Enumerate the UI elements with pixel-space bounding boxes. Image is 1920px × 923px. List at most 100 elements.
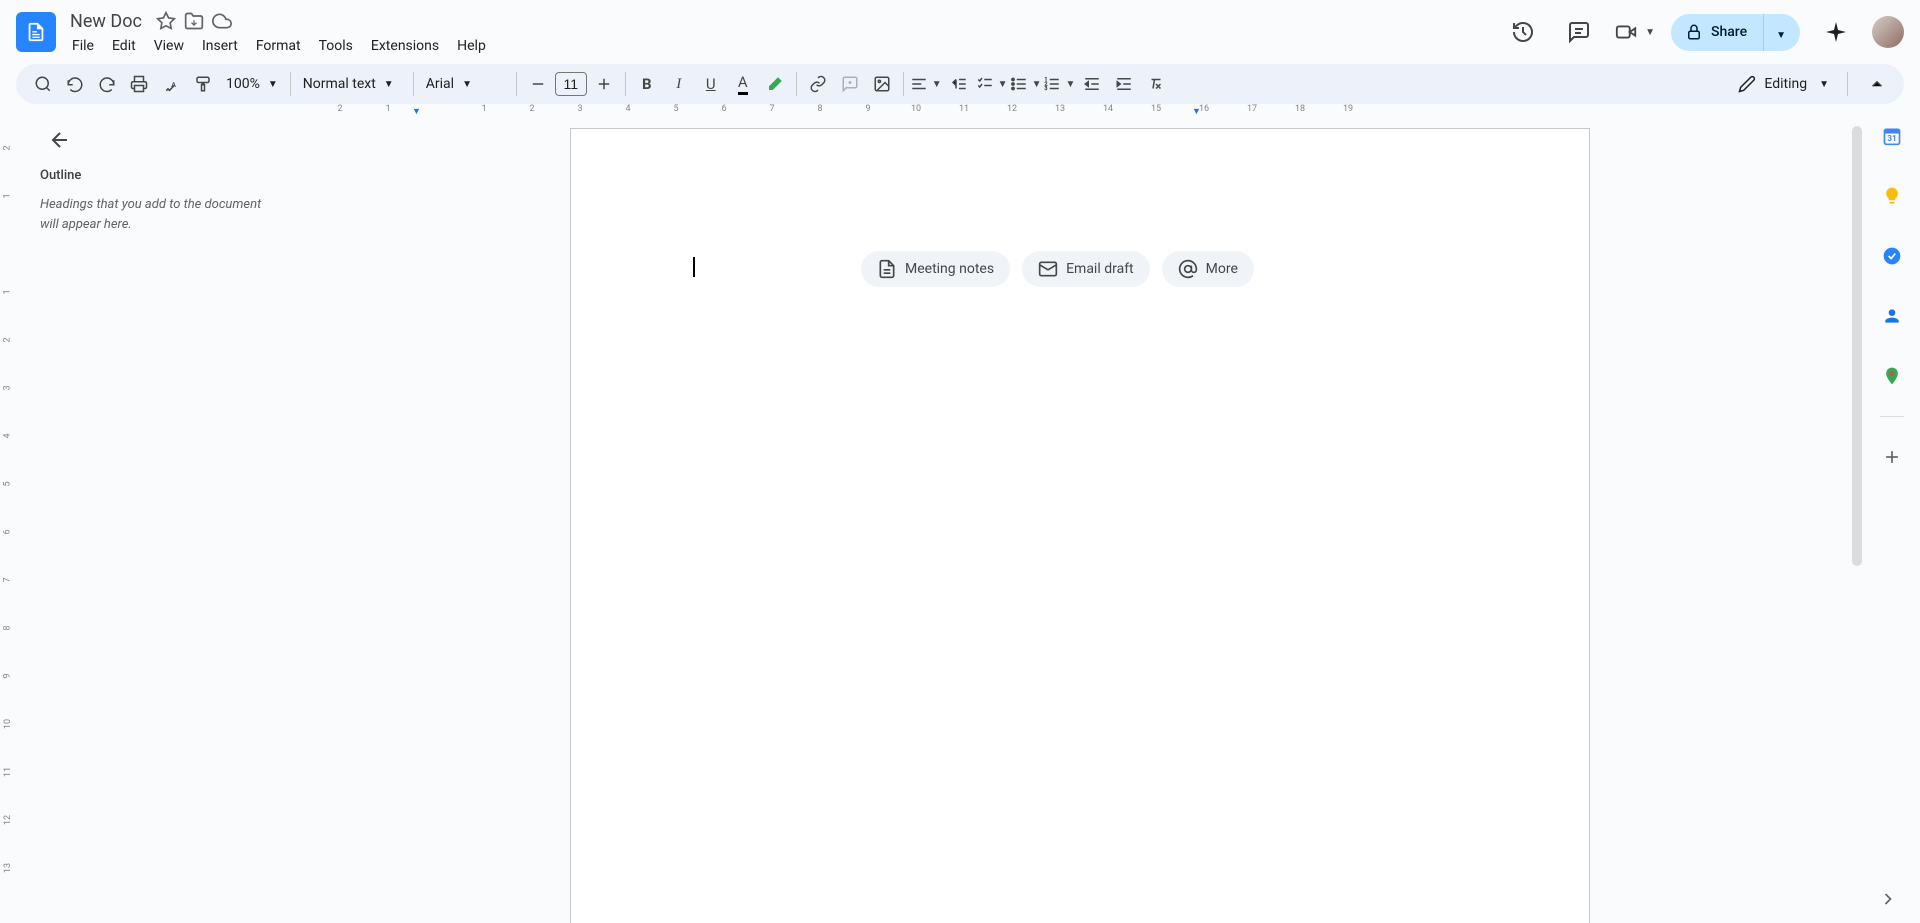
insert-link-button[interactable] <box>803 69 833 99</box>
suggestion-label: Email draft <box>1066 261 1134 277</box>
separator <box>290 72 291 96</box>
suggestion-label: Meeting notes <box>905 261 994 277</box>
paragraph-style-select[interactable]: Normal text ▼ <box>297 69 407 99</box>
outline-panel: Outline Headings that you add to the doc… <box>16 104 296 923</box>
caret-down-icon: ▼ <box>1819 79 1829 90</box>
style-value: Normal text <box>303 76 376 92</box>
paint-format-button[interactable] <box>188 69 218 99</box>
text-cursor <box>693 257 695 277</box>
decrease-indent-button[interactable] <box>1077 69 1107 99</box>
mail-icon <box>1038 259 1058 279</box>
highlight-color-button[interactable] <box>760 69 790 99</box>
get-addons-icon[interactable] <box>1872 437 1912 477</box>
editing-mode-button[interactable]: Editing ▼ <box>1726 68 1841 100</box>
font-size-increase[interactable] <box>589 69 619 99</box>
cloud-status-icon[interactable] <box>212 11 232 31</box>
calendar-icon[interactable]: 31 <box>1872 116 1912 156</box>
caret-down-icon: ▼ <box>268 79 278 90</box>
menu-view[interactable]: View <box>146 36 192 56</box>
vertical-ruler[interactable]: 2 1 1 2 3 4 5 6 7 8 9 10 11 12 13 <box>0 104 16 923</box>
move-icon[interactable] <box>184 11 204 31</box>
menu-format[interactable]: Format <box>248 36 309 56</box>
font-size-decrease[interactable] <box>523 69 553 99</box>
caret-down-icon: ▼ <box>1065 79 1075 90</box>
pencil-icon <box>1738 75 1756 93</box>
separator <box>796 72 797 96</box>
caret-down-icon: ▼ <box>384 79 394 90</box>
maps-icon[interactable] <box>1872 356 1912 396</box>
document-page[interactable]: Meeting notes Email draft More <box>570 128 1590 923</box>
document-scroll-area[interactable]: Meeting notes Email draft More <box>296 120 1864 923</box>
italic-button[interactable]: I <box>664 69 694 99</box>
menu-extensions[interactable]: Extensions <box>363 36 447 56</box>
collapse-toolbar-button[interactable] <box>1862 69 1892 99</box>
align-button[interactable]: ▼ <box>910 69 942 99</box>
checklist-button[interactable]: ▼ <box>976 69 1008 99</box>
separator <box>413 72 414 96</box>
svg-text:3: 3 <box>1045 86 1048 92</box>
underline-button[interactable]: U <box>696 69 726 99</box>
menu-tools[interactable]: Tools <box>311 36 361 56</box>
numbered-list-button[interactable]: 123▼ <box>1043 69 1075 99</box>
font-size-input[interactable] <box>555 72 587 96</box>
mode-label: Editing <box>1764 76 1807 92</box>
caret-down-icon: ▼ <box>1645 27 1655 38</box>
font-value: Arial <box>426 76 454 92</box>
menubar: File Edit View Insert Format Tools Exten… <box>64 36 1503 56</box>
meet-button[interactable]: ▼ <box>1615 12 1655 52</box>
share-label: Share <box>1711 24 1747 40</box>
clear-formatting-button[interactable] <box>1141 69 1171 99</box>
document-icon <box>877 259 897 279</box>
search-menus-button[interactable] <box>28 69 58 99</box>
contacts-icon[interactable] <box>1872 296 1912 336</box>
left-indent-marker[interactable]: ▼ <box>412 106 421 117</box>
bold-button[interactable]: B <box>632 69 662 99</box>
suggestion-email-draft[interactable]: Email draft <box>1022 251 1150 287</box>
document-title[interactable]: New Doc <box>64 9 148 34</box>
caret-down-icon: ▼ <box>462 79 472 90</box>
separator <box>516 72 517 96</box>
outline-hint: Headings that you add to the document wi… <box>40 195 280 234</box>
suggestion-more[interactable]: More <box>1162 251 1254 287</box>
menu-file[interactable]: File <box>64 36 102 56</box>
share-dropdown[interactable]: ▼ <box>1763 14 1800 51</box>
separator <box>1880 416 1904 417</box>
suggestion-meeting-notes[interactable]: Meeting notes <box>861 251 1010 287</box>
at-icon <box>1178 259 1198 279</box>
undo-button[interactable] <box>60 69 90 99</box>
share-button[interactable]: Share <box>1671 14 1763 50</box>
hide-side-panel-button[interactable] <box>1872 883 1904 915</box>
svg-text:31: 31 <box>1887 134 1897 144</box>
text-color-button[interactable]: A <box>728 69 758 99</box>
menu-edit[interactable]: Edit <box>104 36 144 56</box>
increase-indent-button[interactable] <box>1109 69 1139 99</box>
menu-insert[interactable]: Insert <box>194 36 246 56</box>
add-comment-button[interactable] <box>835 69 865 99</box>
zoom-value: 100% <box>226 76 260 92</box>
horizontal-ruler[interactable]: 2 1 1 2 3 4 5 6 7 8 9 10 11 12 13 14 15 … <box>296 104 1864 120</box>
redo-button[interactable] <box>92 69 122 99</box>
line-spacing-button[interactable] <box>944 69 974 99</box>
side-panel: 31 <box>1864 104 1920 923</box>
right-indent-marker[interactable]: ▼ <box>1192 106 1201 117</box>
print-button[interactable] <box>124 69 154 99</box>
menu-help[interactable]: Help <box>449 36 494 56</box>
star-icon[interactable] <box>156 11 176 31</box>
outline-close-button[interactable] <box>40 120 80 160</box>
comments-icon[interactable] <box>1559 12 1599 52</box>
font-select[interactable]: Arial ▼ <box>420 69 510 99</box>
suggestion-label: More <box>1206 261 1238 277</box>
zoom-select[interactable]: 100% ▼ <box>220 69 284 99</box>
scrollbar-thumb[interactable] <box>1852 126 1862 566</box>
spellcheck-button[interactable] <box>156 69 186 99</box>
gemini-icon[interactable] <box>1816 12 1856 52</box>
docs-logo-icon[interactable] <box>16 12 56 52</box>
tasks-icon[interactable] <box>1872 236 1912 276</box>
insert-image-button[interactable] <box>867 69 897 99</box>
toolbar: 100%▼ Normal text▼ Arial▼ B I U A ▼ ▼ ▼ … <box>16 64 1904 104</box>
account-avatar[interactable] <box>1872 16 1904 48</box>
bulleted-list-button[interactable]: ▼ <box>1010 69 1042 99</box>
keep-icon[interactable] <box>1872 176 1912 216</box>
separator <box>903 72 904 96</box>
history-icon[interactable] <box>1503 12 1543 52</box>
